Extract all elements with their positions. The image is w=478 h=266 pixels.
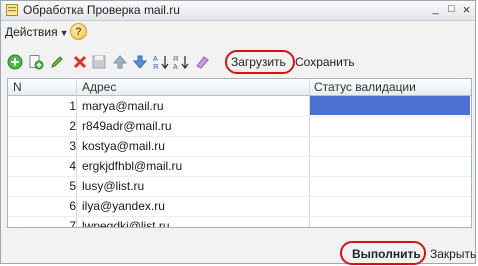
- cell-address: r849adr@mail.ru: [82, 119, 172, 133]
- load-button[interactable]: Загрузить: [231, 55, 286, 69]
- menu-bar: Действия ▼ ?: [1, 21, 475, 43]
- cell-n: 2: [69, 119, 76, 133]
- minimize-button[interactable]: _: [429, 3, 442, 16]
- save-icon[interactable]: [91, 54, 107, 70]
- processing-window: Обработка Проверка mail.ru _ □ × Действи…: [0, 0, 476, 265]
- table-header: N Адрес Статус валидации: [8, 79, 471, 96]
- move-down-icon[interactable]: [132, 54, 148, 70]
- toolbar: A Я Я A Загрузить Сохранить: [1, 49, 475, 75]
- table-row[interactable]: 7 lwpegdkj@list.ru: [8, 216, 471, 228]
- cell-n: 7: [69, 219, 76, 228]
- svg-text:A: A: [173, 64, 178, 70]
- cell-address: lwpegdkj@list.ru: [82, 219, 170, 228]
- table-row[interactable]: 6 ilya@yandex.ru: [8, 196, 471, 217]
- table-row[interactable]: 5 lusy@list.ru: [8, 176, 471, 197]
- cell-n: 3: [69, 139, 76, 153]
- actions-menu-label: Действия: [5, 25, 58, 39]
- app-icon: [6, 4, 18, 16]
- cell-address: ergkjdfhbl@mail.ru: [82, 159, 183, 173]
- cell-n: 6: [69, 199, 76, 213]
- sort-desc-icon[interactable]: Я A: [173, 54, 189, 70]
- help-button[interactable]: ?: [70, 23, 87, 40]
- move-up-icon[interactable]: [112, 54, 128, 70]
- addresses-table: N Адрес Статус валидации 1 marya@mail.ru…: [7, 78, 472, 228]
- actions-menu[interactable]: Действия ▼: [5, 25, 69, 39]
- cell-address: kostya@mail.ru: [82, 139, 165, 153]
- sort-asc-icon[interactable]: A Я: [153, 54, 169, 70]
- table-row[interactable]: 4 ergkjdfhbl@mail.ru: [8, 156, 471, 177]
- clear-icon[interactable]: [194, 54, 210, 70]
- cell-address: marya@mail.ru: [82, 99, 164, 113]
- cell-address: ilya@yandex.ru: [82, 199, 165, 213]
- edit-icon[interactable]: [49, 54, 65, 70]
- run-button[interactable]: Выполнить: [352, 247, 421, 261]
- maximize-button[interactable]: □: [445, 3, 458, 16]
- cell-status-selected[interactable]: [310, 96, 470, 115]
- cell-n: 1: [69, 99, 76, 113]
- chevron-down-icon: ▼: [59, 28, 69, 38]
- column-header-address[interactable]: Адрес: [82, 80, 116, 94]
- close-button[interactable]: Закрыть: [430, 247, 476, 261]
- delete-icon[interactable]: [72, 54, 88, 70]
- svg-text:Я: Я: [173, 56, 178, 63]
- table-row[interactable]: 3 kostya@mail.ru: [8, 136, 471, 157]
- save-button[interactable]: Сохранить: [295, 55, 355, 69]
- copy-icon[interactable]: [28, 54, 44, 70]
- column-header-n[interactable]: N: [13, 80, 22, 94]
- window-title: Обработка Проверка mail.ru: [23, 3, 180, 17]
- table-row[interactable]: 1 marya@mail.ru: [8, 96, 471, 117]
- cell-n: 5: [69, 179, 76, 193]
- cell-address: lusy@list.ru: [82, 179, 145, 193]
- table-row[interactable]: 2 r849adr@mail.ru: [8, 116, 471, 137]
- column-header-status[interactable]: Статус валидации: [314, 80, 416, 94]
- cell-n: 4: [69, 159, 76, 173]
- close-window-button[interactable]: ×: [460, 3, 473, 16]
- title-bar: Обработка Проверка mail.ru _ □ ×: [1, 1, 475, 21]
- svg-text:A: A: [153, 56, 158, 63]
- svg-text:Я: Я: [153, 64, 158, 70]
- add-icon[interactable]: [7, 54, 23, 70]
- footer-bar: Выполнить Закрыть: [1, 236, 476, 265]
